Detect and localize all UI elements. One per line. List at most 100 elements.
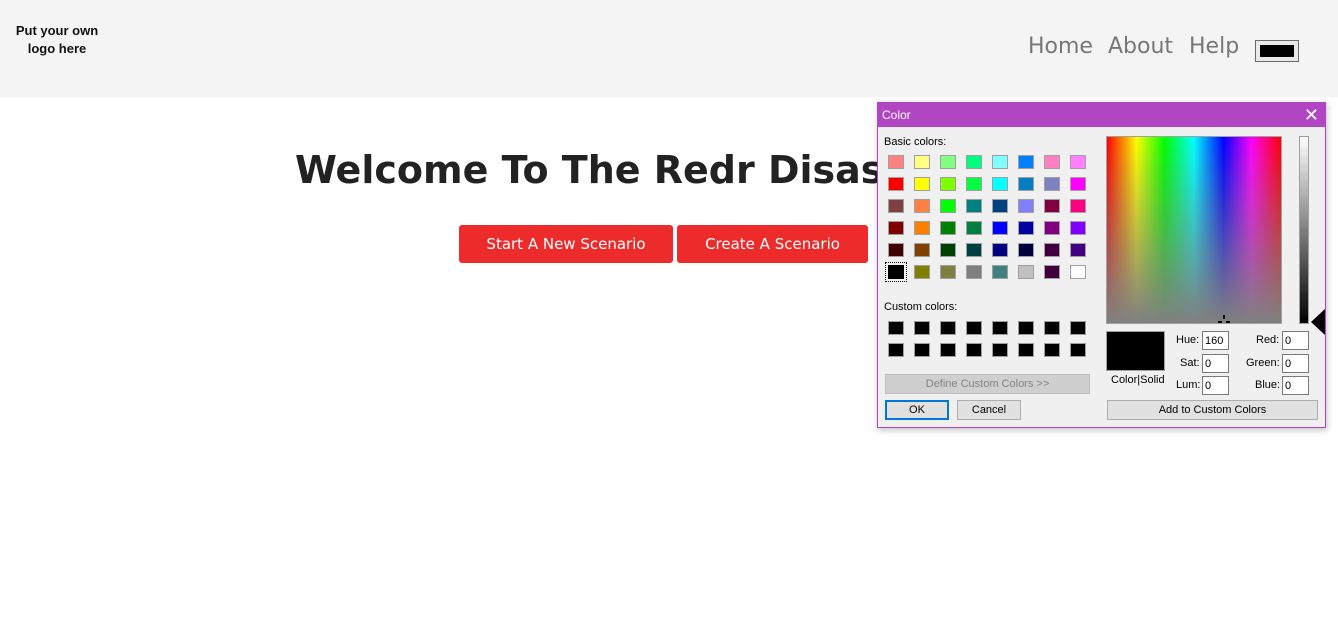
color-picker-swatch xyxy=(1260,45,1294,57)
custom-color-swatch-0-0[interactable] xyxy=(888,321,904,335)
custom-color-swatch-1-2[interactable] xyxy=(940,343,956,357)
basic-color-swatch-0-3[interactable] xyxy=(966,155,982,169)
basic-color-swatch-0-4[interactable] xyxy=(992,155,1008,169)
basic-color-swatch-4-7[interactable] xyxy=(1070,243,1086,257)
basic-color-swatch-5-3[interactable] xyxy=(966,265,982,279)
basic-color-swatch-2-1[interactable] xyxy=(914,199,930,213)
basic-color-swatch-3-5[interactable] xyxy=(1018,221,1034,235)
custom-color-swatch-1-0[interactable] xyxy=(888,343,904,357)
define-custom-colors-button[interactable]: Define Custom Colors >> xyxy=(885,374,1090,394)
basic-color-swatch-1-6[interactable] xyxy=(1044,177,1060,191)
green-label: Green: xyxy=(1246,357,1280,369)
basic-color-swatch-5-7[interactable] xyxy=(1070,265,1086,279)
basic-color-swatch-3-7[interactable] xyxy=(1070,221,1086,235)
basic-color-swatch-5-6[interactable] xyxy=(1044,265,1060,279)
basic-color-swatch-1-5[interactable] xyxy=(1018,177,1034,191)
sat-label: Sat: xyxy=(1180,357,1200,369)
basic-color-swatch-5-1[interactable] xyxy=(914,265,930,279)
nav-home-link[interactable]: Home xyxy=(1028,34,1093,59)
color-solid-label: Color|Solid xyxy=(1111,374,1165,386)
basic-color-swatch-4-4[interactable] xyxy=(992,243,1008,257)
basic-color-swatch-5-2[interactable] xyxy=(940,265,956,279)
color-spectrum[interactable] xyxy=(1106,136,1282,324)
color-preview xyxy=(1106,331,1165,371)
basic-color-swatch-1-4[interactable] xyxy=(992,177,1008,191)
basic-color-swatch-4-0[interactable] xyxy=(888,243,904,257)
green-field[interactable] xyxy=(1282,354,1309,373)
basic-color-swatch-3-3[interactable] xyxy=(966,221,982,235)
basic-color-swatch-2-4[interactable] xyxy=(992,199,1008,213)
start-new-scenario-button[interactable]: Start A New Scenario xyxy=(459,225,673,263)
blue-field[interactable] xyxy=(1282,376,1309,395)
basic-color-swatch-4-3[interactable] xyxy=(966,243,982,257)
basic-color-swatch-3-6[interactable] xyxy=(1044,221,1060,235)
custom-color-swatch-0-2[interactable] xyxy=(940,321,956,335)
basic-color-swatch-4-6[interactable] xyxy=(1044,243,1060,257)
basic-color-swatch-1-1[interactable] xyxy=(914,177,930,191)
basic-color-swatch-1-2[interactable] xyxy=(940,177,956,191)
basic-color-swatch-2-6[interactable] xyxy=(1044,199,1060,213)
close-icon[interactable]: ✕ xyxy=(1304,106,1319,124)
basic-color-swatch-2-3[interactable] xyxy=(966,199,982,213)
custom-color-swatch-0-5[interactable] xyxy=(1018,321,1034,335)
basic-color-swatch-3-2[interactable] xyxy=(940,221,956,235)
ok-button[interactable]: OK xyxy=(885,400,949,420)
color-dialog-title: Color xyxy=(882,108,911,122)
luminosity-arrow-icon[interactable] xyxy=(1311,309,1325,335)
lum-field[interactable] xyxy=(1202,376,1229,395)
basic-color-swatch-4-1[interactable] xyxy=(914,243,930,257)
custom-color-swatch-0-7[interactable] xyxy=(1070,321,1086,335)
custom-color-swatch-1-5[interactable] xyxy=(1018,343,1034,357)
custom-color-swatch-0-3[interactable] xyxy=(966,321,982,335)
basic-color-swatch-3-4[interactable] xyxy=(992,221,1008,235)
custom-color-swatch-1-4[interactable] xyxy=(992,343,1008,357)
color-dialog-titlebar[interactable]: Color ✕ xyxy=(878,103,1325,127)
basic-color-swatch-1-3[interactable] xyxy=(966,177,982,191)
basic-color-swatch-0-5[interactable] xyxy=(1018,155,1034,169)
top-navbar: Put your own logo here Home About Help xyxy=(0,0,1338,97)
nav-help-link[interactable]: Help xyxy=(1189,34,1239,59)
color-dialog: Color ✕ Basic colors: Custom colors: Def… xyxy=(877,102,1326,428)
lum-label: Lum: xyxy=(1176,379,1201,391)
custom-color-swatch-0-1[interactable] xyxy=(914,321,930,335)
create-scenario-button[interactable]: Create A Scenario xyxy=(677,225,868,263)
hue-field[interactable] xyxy=(1202,331,1229,350)
basic-color-swatch-3-1[interactable] xyxy=(914,221,930,235)
basic-color-swatch-2-7[interactable] xyxy=(1070,199,1086,213)
cancel-button[interactable]: Cancel xyxy=(957,400,1021,420)
custom-color-swatch-0-6[interactable] xyxy=(1044,321,1060,335)
basic-color-swatch-3-0[interactable] xyxy=(888,221,904,235)
basic-color-swatch-5-4[interactable] xyxy=(992,265,1008,279)
add-to-custom-colors-button[interactable]: Add to Custom Colors xyxy=(1107,400,1318,420)
basic-colors-label: Basic colors: xyxy=(884,136,947,148)
luminosity-slider[interactable] xyxy=(1299,136,1309,324)
nav-about-link[interactable]: About xyxy=(1108,34,1173,59)
basic-color-swatch-2-5[interactable] xyxy=(1018,199,1034,213)
basic-color-swatch-1-7[interactable] xyxy=(1070,177,1086,191)
custom-color-swatch-0-4[interactable] xyxy=(992,321,1008,335)
basic-color-swatch-0-7[interactable] xyxy=(1070,155,1086,169)
basic-color-swatch-5-0[interactable] xyxy=(885,262,907,282)
sat-field[interactable] xyxy=(1202,354,1229,373)
custom-color-swatch-1-7[interactable] xyxy=(1070,343,1086,357)
color-picker-input[interactable] xyxy=(1255,40,1299,62)
basic-color-swatch-0-0[interactable] xyxy=(888,155,904,169)
custom-colors-label: Custom colors: xyxy=(884,301,958,313)
custom-color-swatch-1-3[interactable] xyxy=(966,343,982,357)
red-field[interactable] xyxy=(1282,331,1309,350)
custom-color-swatch-1-1[interactable] xyxy=(914,343,930,357)
basic-color-swatch-4-2[interactable] xyxy=(940,243,956,257)
basic-color-swatch-5-5[interactable] xyxy=(1018,265,1034,279)
basic-color-swatch-0-2[interactable] xyxy=(940,155,956,169)
basic-color-swatch-1-0[interactable] xyxy=(888,177,904,191)
crosshair-icon xyxy=(1218,315,1230,323)
basic-color-swatch-0-1[interactable] xyxy=(914,155,930,169)
basic-color-swatch-4-5[interactable] xyxy=(1018,243,1034,257)
logo-placeholder[interactable]: Put your own logo here xyxy=(14,22,100,58)
basic-color-swatch-2-0[interactable] xyxy=(888,199,904,213)
basic-color-swatch-0-6[interactable] xyxy=(1044,155,1060,169)
basic-color-swatch-2-2[interactable] xyxy=(940,199,956,213)
red-label: Red: xyxy=(1256,334,1280,346)
blue-label: Blue: xyxy=(1255,379,1281,391)
custom-color-swatch-1-6[interactable] xyxy=(1044,343,1060,357)
